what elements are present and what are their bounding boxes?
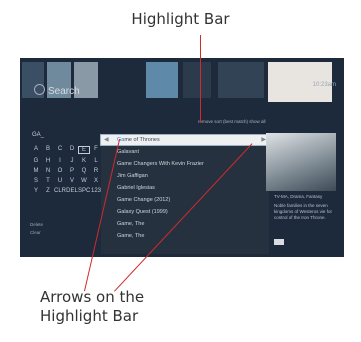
result-8[interactable]: Game, The <box>117 233 144 239</box>
key-d[interactable]: D <box>66 146 78 154</box>
info-button[interactable] <box>274 239 284 245</box>
result-1[interactable]: Galavant <box>117 149 139 155</box>
keyboard-extra: Delete Clear <box>30 221 43 237</box>
tv-screenshot: Search 10:23am remove sort (best match) … <box>20 58 344 257</box>
key-e[interactable]: E <box>78 146 90 154</box>
search-hint: remove sort (best match) show all <box>198 119 266 124</box>
key-a[interactable]: A <box>30 146 42 154</box>
key-j[interactable]: J <box>66 158 78 164</box>
result-5[interactable]: Game Change (2012) <box>117 197 170 203</box>
preview-description: Noble families in the seven kingdoms of … <box>274 203 332 220</box>
delete-key[interactable]: Delete <box>30 221 43 229</box>
result-2[interactable]: Game Changers With Kevin Frazier <box>117 161 204 167</box>
key-v[interactable]: V <box>66 178 78 184</box>
highlight-rest: me of Thrones <box>124 137 160 143</box>
highlight-bar[interactable]: ◀ Game of Thrones ▶ <box>101 135 269 145</box>
callout-arrows-line1: Arrows on the <box>40 288 145 306</box>
key-p[interactable]: P <box>66 168 78 174</box>
key-b[interactable]: B <box>42 146 54 154</box>
clear-key[interactable]: Clear <box>30 229 43 237</box>
callout-line-top <box>199 35 201 123</box>
key-clr[interactable]: CLR <box>54 188 66 194</box>
key-z[interactable]: Z <box>42 188 54 194</box>
thumbnail-6[interactable] <box>218 62 264 98</box>
clock: 10:23am <box>312 82 336 88</box>
search-title: Search <box>48 86 80 97</box>
key-n[interactable]: N <box>42 168 54 174</box>
result-6[interactable]: Galaxy Quest (1999) <box>117 209 168 215</box>
highlight-bar-text: Game of Thrones <box>117 137 160 143</box>
key-s[interactable]: S <box>30 178 42 184</box>
key-i[interactable]: I <box>54 158 66 164</box>
key-k[interactable]: K <box>78 158 90 164</box>
key-g[interactable]: G <box>30 158 42 164</box>
preview-text: TV-MA, Drama, Fantasy Noble families in … <box>274 194 334 221</box>
search-header: Search <box>34 84 80 97</box>
key-y[interactable]: Y <box>30 188 42 194</box>
callout-arrows: Arrows on the Highlight Bar <box>40 288 144 326</box>
key-h[interactable]: H <box>42 158 54 164</box>
preview-image <box>266 133 336 191</box>
key-q[interactable]: Q <box>78 168 90 174</box>
key-w[interactable]: W <box>78 178 90 184</box>
key-t[interactable]: T <box>42 178 54 184</box>
preview-meta: TV-MA, Drama, Fantasy <box>274 194 323 199</box>
callout-highlight-bar: Highlight Bar <box>131 10 230 28</box>
key-del[interactable]: DEL <box>66 188 78 194</box>
key-u[interactable]: U <box>54 178 66 184</box>
tv-icon <box>34 84 45 95</box>
key-spc[interactable]: SPC <box>78 188 90 194</box>
key-o[interactable]: O <box>54 168 66 174</box>
search-query[interactable]: GA_ <box>32 132 44 138</box>
result-3[interactable]: Jim Gaffigan <box>117 173 148 179</box>
result-4[interactable]: Gabriel Iglesias <box>117 185 155 191</box>
callout-arrows-line2: Highlight Bar <box>40 307 139 325</box>
result-7[interactable]: Game, The <box>117 221 144 227</box>
thumbnail-4[interactable] <box>146 62 178 98</box>
thumbnail-5[interactable] <box>183 62 211 98</box>
on-screen-keyboard: A B C D E F G H I J K L M N O P Q R S T U V W X Y Z CLR DEL SPC 123 <box>30 146 102 194</box>
key-c[interactable]: C <box>54 146 66 154</box>
arrow-left-icon[interactable]: ◀ <box>104 136 109 143</box>
key-m[interactable]: M <box>30 168 42 174</box>
